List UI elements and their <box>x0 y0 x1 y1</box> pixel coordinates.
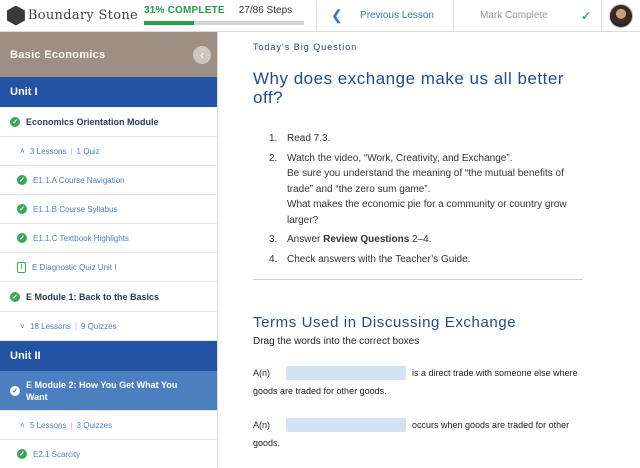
module-meta-toggle[interactable]: ˄ 3 Lessons | 1 Quiz <box>0 137 217 166</box>
fill-in-sentence: A(n) is a direct trade with someone else… <box>253 364 593 400</box>
drop-target[interactable] <box>286 418 407 432</box>
quiz-label: E Diagnostic Quiz Unit I <box>32 262 117 272</box>
quizzes-count: 9 Quizzes <box>81 321 117 331</box>
avatar[interactable] <box>608 3 633 28</box>
divider <box>253 279 583 280</box>
progress-steps: 27/86 Steps <box>238 5 293 16</box>
step-text: Read 7.3. <box>287 133 331 144</box>
course-progress: 31% COMPLETE 27/86 Steps <box>138 0 316 31</box>
sentence-continuation: goods are traded for other goods. <box>253 386 387 396</box>
course-header: Basic Economics ‹ <box>0 32 217 77</box>
module-title: E Module 2: How You Get What You Want <box>26 379 178 402</box>
check-circle-icon: ✓ <box>10 385 20 396</box>
previous-lesson-label: Previous Lesson <box>360 9 434 21</box>
logo[interactable]: Boundary Stone <box>0 0 138 31</box>
check-circle-icon: ✓ <box>10 291 20 302</box>
quiz-icon: ! <box>17 261 26 273</box>
quizzes-count: 1 Quiz <box>76 146 100 156</box>
module-meta-toggle[interactable]: ˅ 18 Lessons | 9 Quizzes <box>0 312 217 341</box>
unit-title: Unit II <box>10 350 41 362</box>
list-item: 1. Read 7.3. <box>269 131 640 147</box>
module-row[interactable]: ✓ E Module 1: Back to the Basics <box>0 282 217 312</box>
divider: | <box>74 321 77 331</box>
check-circle-icon: ✓ <box>17 175 27 185</box>
lesson-label: E1.1.A Course Navigation <box>33 175 125 185</box>
divider: | <box>70 146 73 156</box>
step-text: Watch the video, “Work, Creativity, and … <box>287 152 513 164</box>
list-item: 2. Watch the video, “Work, Creativity, a… <box>269 151 640 229</box>
lesson-label: E1.1.B Course Syllabus <box>33 204 118 214</box>
mark-complete-button[interactable]: Mark Complete ✓ <box>453 0 601 31</box>
check-circle-icon: ✓ <box>17 233 27 243</box>
chevron-left-icon: ‹ <box>200 47 204 62</box>
quizzes-count: 3 Quizzes <box>76 420 113 430</box>
check-circle-icon: ✓ <box>17 449 27 459</box>
course-sidebar: Basic Economics ‹ Unit I ✓ Economics Ori… <box>0 32 218 468</box>
quiz-item[interactable]: ! E Diagnostic Quiz Unit I <box>0 253 217 282</box>
chevron-left-icon: ❮ <box>331 7 343 23</box>
instruction-text: Drag the words into the correct boxes <box>253 336 420 347</box>
check-circle-icon: ✓ <box>17 204 27 214</box>
step-text: 2–4. <box>409 234 432 245</box>
chevron-up-icon: ˄ <box>20 420 25 430</box>
step-number: 2. <box>269 152 278 164</box>
module-meta-toggle[interactable]: ˄ 5 Lessons | 3 Quizzes <box>0 411 217 440</box>
module-row[interactable]: ✓ Economics Orientation Module <box>0 107 217 137</box>
top-bar: Boundary Stone 31% COMPLETE 27/86 Steps … <box>0 0 640 32</box>
progress-bar-fill <box>144 21 194 25</box>
step-subtext: What makes the economic pie for a commun… <box>287 199 567 226</box>
module-title: E Module 1: Back to the Basics <box>26 291 160 302</box>
lessons-count: 18 Lessons <box>30 321 71 331</box>
section-eyebrow: Today's Big Question <box>253 42 358 52</box>
lesson-label: E2.1 Scarcity <box>33 449 81 459</box>
lesson-item[interactable]: ✓ E2.1 Scarcity <box>0 440 217 468</box>
lessons-count: 3 Lessons <box>30 146 67 156</box>
lesson-content: Today's Big Question Why does exchange m… <box>219 32 640 468</box>
course-title: Basic Economics <box>10 48 106 61</box>
collapse-sidebar-button[interactable]: ‹ <box>193 45 211 64</box>
list-item: 4. Check answers with the Teacher’s Guid… <box>269 252 640 268</box>
lesson-label: E1.1.C Textbook Highlights <box>33 233 129 243</box>
drop-target[interactable] <box>286 366 407 380</box>
sentence-suffix: occurs when goods are traded for other <box>412 420 570 430</box>
lesson-item[interactable]: ✓ E1.1.A Course Navigation <box>0 166 217 195</box>
step-text: Check answers with the Teacher’s Guide. <box>287 253 471 265</box>
progress-percent: 31% COMPLETE <box>144 5 225 16</box>
step-number: 3. <box>269 234 278 245</box>
logo-mark-icon <box>7 5 25 26</box>
step-subtext: Be sure you understand the meaning of “t… <box>287 168 564 195</box>
chevron-up-icon: ˄ <box>20 146 25 156</box>
section-title: Terms Used in Discussing Exchange <box>253 314 517 331</box>
page-title: Why does exchange make us all better off… <box>253 69 564 107</box>
unit-header[interactable]: Unit I <box>0 77 217 107</box>
lessons-count: 5 Lessons <box>30 420 67 430</box>
step-number: 4. <box>269 253 278 265</box>
step-number: 1. <box>269 133 278 144</box>
module-row-active[interactable]: ✓ E Module 2: How You Get What You Want <box>0 371 217 411</box>
sentence-continuation: goods. <box>253 438 281 448</box>
checkmark-icon: ✓ <box>580 8 591 23</box>
user-menu[interactable] <box>601 0 639 31</box>
progress-bar <box>144 21 304 25</box>
steps-list: 1. Read 7.3. 2. Watch the video, “Work, … <box>253 131 640 267</box>
step-text: Answer <box>287 234 324 245</box>
divider: | <box>70 420 73 430</box>
lesson-item[interactable]: ✓ E1.1.B Course Syllabus <box>0 195 217 224</box>
unit-title: Unit I <box>10 86 38 98</box>
mark-complete-label: Mark Complete <box>480 10 548 21</box>
sentence-prefix: A(n) <box>253 368 271 378</box>
unit-header[interactable]: Unit II <box>0 341 217 371</box>
lesson-item[interactable]: ✓ E1.1.C Textbook Highlights <box>0 224 217 253</box>
sentence-prefix: A(n) <box>253 420 271 430</box>
previous-lesson-button[interactable]: ❮ Previous Lesson <box>316 0 453 31</box>
review-questions-link[interactable]: Review Questions <box>323 234 409 245</box>
sentence-suffix: is a direct trade with someone else wher… <box>412 368 578 378</box>
check-circle-icon: ✓ <box>10 116 20 127</box>
list-item: 3. Answer Review Questions 2–4. <box>269 232 640 248</box>
logo-text: Boundary Stone <box>27 8 138 23</box>
fill-in-sentence: A(n) occurs when goods are traded for ot… <box>253 416 593 452</box>
module-title: Economics Orientation Module <box>26 116 159 127</box>
chevron-down-icon: ˅ <box>20 321 25 331</box>
